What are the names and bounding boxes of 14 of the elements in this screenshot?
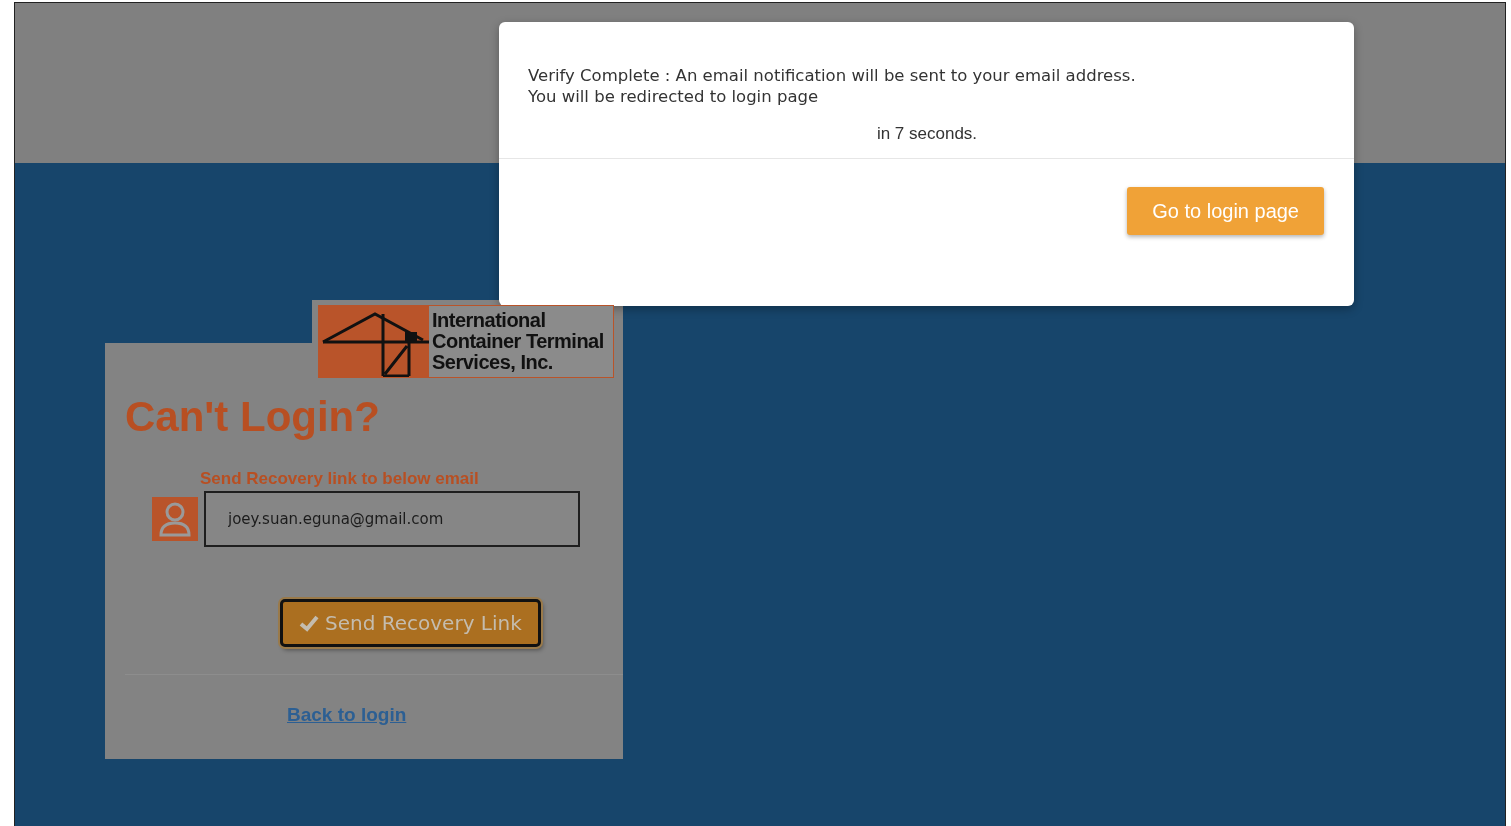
- countdown-text: in 7 seconds.: [876, 124, 978, 144]
- check-icon: [299, 614, 319, 632]
- back-to-login-link[interactable]: Back to login: [287, 704, 407, 726]
- logo-text: Container Terminal: [432, 331, 605, 352]
- instruction-text: Send Recovery link to below email: [200, 469, 480, 489]
- logo-text: International: [432, 310, 547, 331]
- page-title: Can't Login?: [125, 393, 381, 441]
- logo-text: Services, Inc.: [432, 352, 554, 373]
- email-field[interactable]: joey.suan.eguna@gmail.com: [204, 491, 580, 547]
- go-to-login-button[interactable]: Go to login page: [1127, 187, 1324, 235]
- message-text: You will be redirected to login page: [528, 86, 820, 107]
- user-icon: [152, 497, 198, 541]
- message-text: Verify Complete : An email notification will be sent to your email address.: [528, 65, 1137, 86]
- send-recovery-link-button[interactable]: Send Recovery Link: [280, 599, 541, 647]
